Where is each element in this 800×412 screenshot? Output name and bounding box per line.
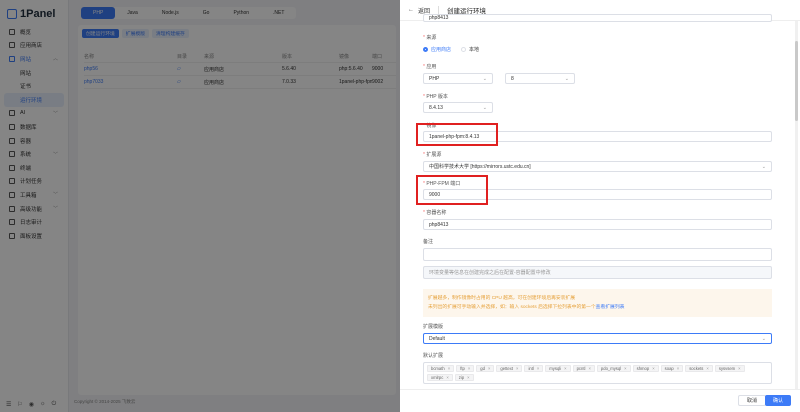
extension-tag[interactable]: intl × (524, 365, 544, 372)
extension-tag[interactable]: pcntl × (572, 365, 595, 372)
php-version-label: * PHP 版本 (423, 94, 448, 100)
close-icon: × (564, 366, 567, 371)
extension-tag[interactable]: zip × (454, 374, 474, 381)
close-icon: × (652, 366, 655, 371)
chevron-down-icon: ⌄ (482, 75, 487, 82)
close-icon: × (447, 366, 451, 371)
source-label: * 来源 (423, 35, 437, 41)
default-extensions[interactable]: bcmath × ftp × gd × gettext × intl × mysqli × … (423, 362, 772, 384)
modal-overlay[interactable] (0, 0, 400, 412)
source-radio-local[interactable]: 本地 (461, 46, 479, 53)
app-label: * 应用 (423, 64, 437, 70)
template-label: 扩展模版 (423, 324, 444, 330)
close-icon: × (588, 366, 591, 371)
remark-textarea[interactable] (423, 248, 772, 261)
close-icon: × (467, 375, 470, 380)
extension-tag[interactable]: gettext × (496, 365, 523, 372)
extension-tag[interactable]: bcmath × (427, 365, 455, 372)
close-icon: × (467, 366, 471, 371)
back-arrow-icon[interactable]: ← (408, 7, 414, 13)
source-radio-group: 应用商店 本地 (423, 46, 479, 53)
chevron-down-icon: ⌄ (761, 163, 766, 170)
close-icon: × (624, 366, 627, 371)
remark-label: 备注 (423, 239, 434, 245)
cancel-button[interactable]: 取消 (737, 395, 766, 406)
drawer-scrollbar[interactable] (795, 21, 798, 389)
container-name-input[interactable]: php8413 (423, 219, 772, 230)
name-input[interactable]: php8413 (423, 14, 772, 22)
extension-tag[interactable]: shmop × (632, 365, 659, 372)
close-icon: × (516, 366, 519, 371)
create-runtime-drawer: ← 返回 创建运行环境 php8413 * 来源 应用商店 本地 * 应用 PH… (400, 0, 800, 412)
close-icon: × (446, 375, 449, 380)
extension-tag[interactable]: xmlrpc × (427, 374, 453, 381)
close-icon: × (706, 366, 709, 371)
extension-tag[interactable]: pdo_mysql × (596, 365, 631, 372)
highlight-box-port (416, 175, 488, 205)
source-radio-appstore[interactable]: 应用商店 (423, 46, 451, 53)
extension-tag[interactable]: soap × (660, 365, 684, 372)
extension-tag[interactable]: ftp × (456, 365, 475, 372)
drawer-footer: 取消 确认 (400, 389, 800, 412)
highlight-box-image (416, 123, 498, 146)
env-notice: 环境变量等信息在创建完成之后在配置-容器配置中修改 (423, 266, 772, 279)
close-icon: × (536, 366, 540, 371)
close-icon: × (676, 366, 680, 371)
chevron-down-icon: ⌄ (482, 104, 487, 111)
php-version-select[interactable]: 8.4.13 ⌄ (423, 102, 493, 113)
default-ext-label: 默认扩展 (423, 353, 444, 359)
extension-warning: 扩展越多，制作镜像时占用的 CPU 越高，可在创建环境后再安装扩展 未列出的扩展… (423, 289, 772, 317)
extension-tag[interactable]: gd × (476, 365, 495, 372)
ext-source-select[interactable]: 中国科学技术大学 [https://mirrors.ustc.edu.cn] ⌄ (423, 161, 772, 172)
app-select[interactable]: PHP ⌄ (423, 73, 493, 84)
template-select[interactable]: Default ⌄ (423, 333, 772, 344)
ext-source-label: * 扩展源 (423, 152, 442, 158)
confirm-button[interactable]: 确认 (764, 395, 791, 406)
container-name-label: * 容器名称 (423, 210, 447, 216)
close-icon: × (738, 366, 741, 371)
chevron-down-icon: ⌄ (761, 335, 766, 342)
extension-list-link[interactable]: 查看扩展列表 (596, 305, 625, 310)
chevron-down-icon: ⌄ (564, 75, 569, 82)
extension-tag[interactable]: sysvsem × (714, 365, 745, 372)
close-icon: × (487, 366, 491, 371)
app-version-select[interactable]: 8 ⌄ (505, 73, 575, 84)
extension-tag[interactable]: mysqli × (545, 365, 571, 372)
extension-tag[interactable]: sockets × (685, 365, 713, 372)
